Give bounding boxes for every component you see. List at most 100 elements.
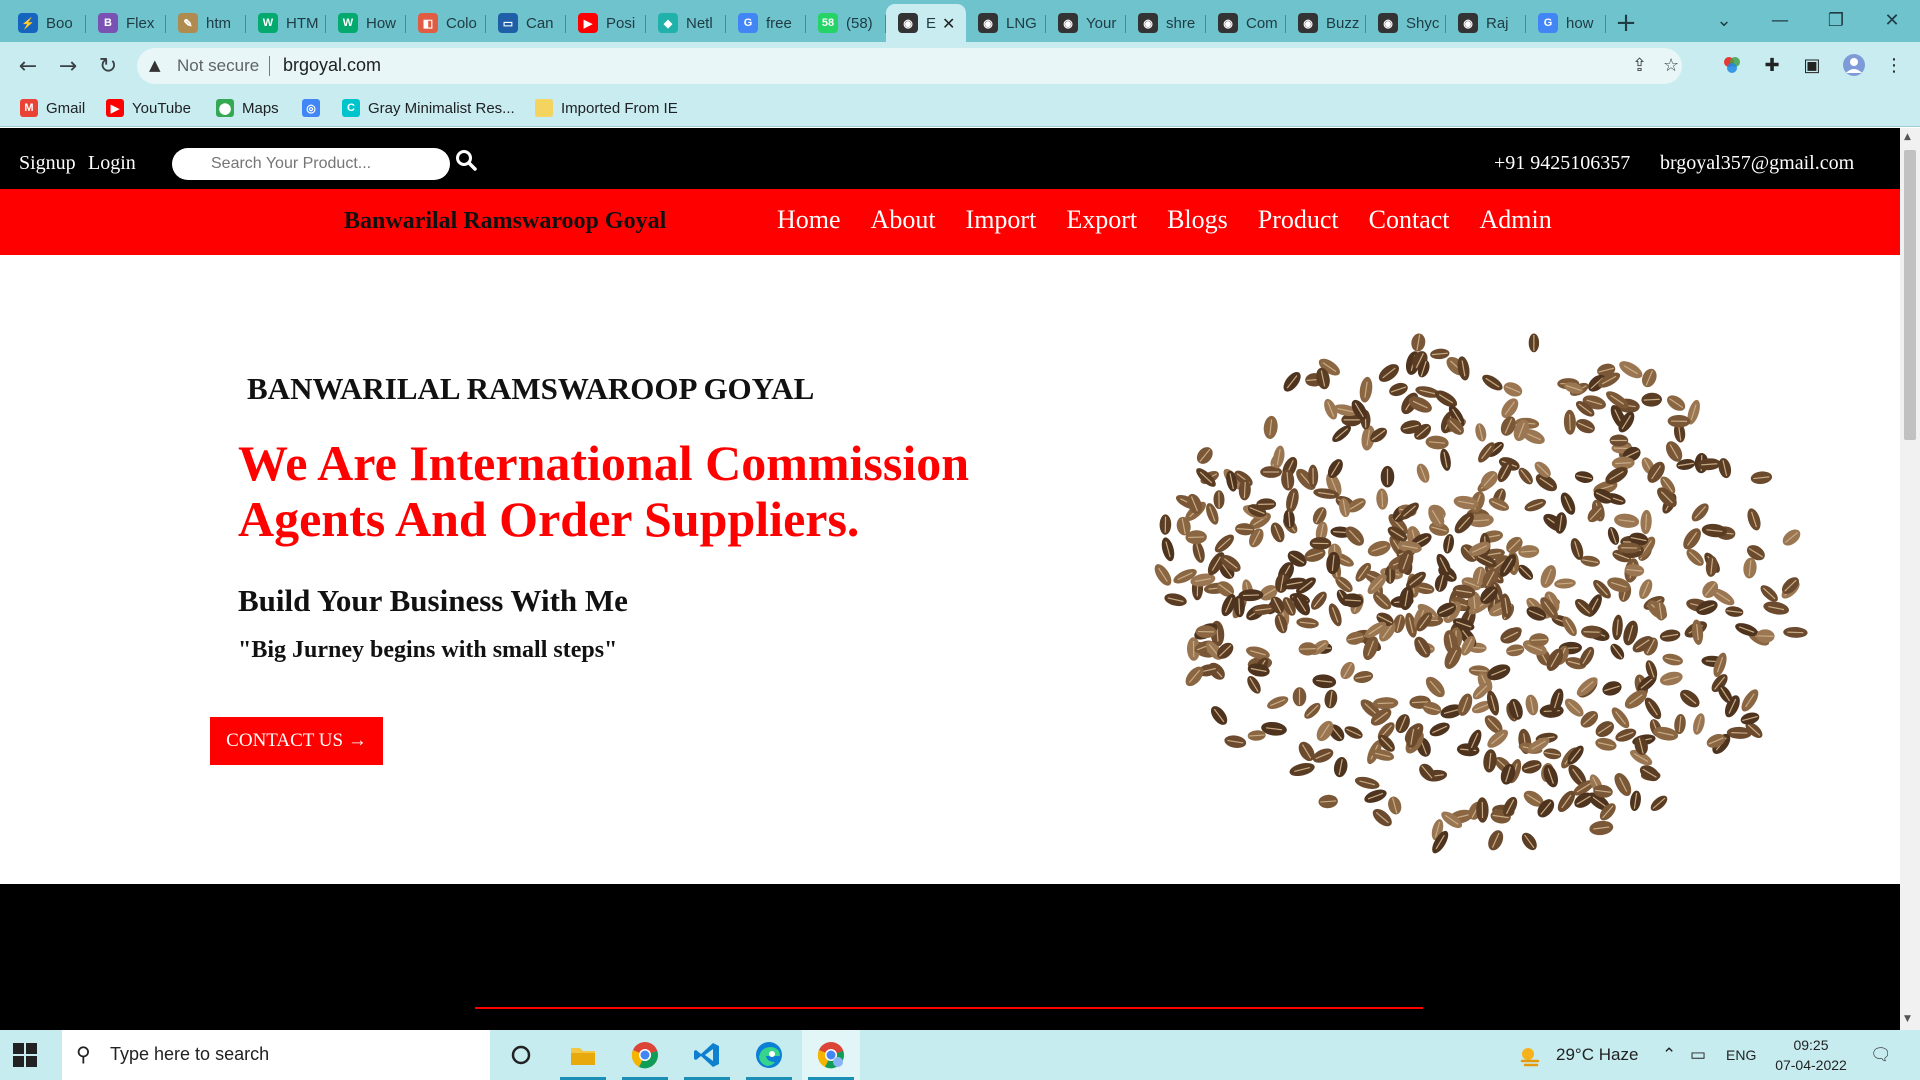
hero-headline-line-2: Agents And Order Suppliers.	[238, 491, 860, 547]
browser-tab[interactable]: ◉ Your	[1046, 4, 1126, 42]
browser-tab[interactable]: Ghow	[1526, 4, 1606, 42]
omnibox[interactable]: ▲ Not secure brgoyal.com ⇪ ☆	[137, 48, 1682, 84]
new-tab-icon[interactable]: +	[1606, 4, 1646, 42]
browser-tab[interactable]: ◉ shre	[1126, 4, 1206, 42]
globe-icon: ◉	[1458, 13, 1478, 33]
browser-tab[interactable]: ✎ htm	[166, 4, 246, 42]
taskbar-search[interactable]: ⚲ Type here to search	[62, 1030, 490, 1080]
chrome-taskbar-icon[interactable]	[616, 1030, 674, 1080]
edge-icon[interactable]	[740, 1030, 798, 1080]
windows-start-icon[interactable]	[12, 1042, 38, 1068]
browser-tab[interactable]: ◉ Raj	[1446, 4, 1526, 42]
back-icon[interactable]: ←	[12, 50, 44, 82]
ajwain-seeds-image	[1154, 333, 1808, 854]
signup-link[interactable]: Signup	[19, 152, 76, 175]
share-icon[interactable]: ⇪	[1632, 55, 1647, 76]
cortana-icon[interactable]	[492, 1030, 550, 1080]
vscode-icon[interactable]	[678, 1030, 736, 1080]
security-label[interactable]: Not secure	[177, 56, 259, 76]
nav-about[interactable]: About	[871, 205, 936, 235]
browser-tab[interactable]: ⚡ Boo	[6, 4, 86, 42]
login-link[interactable]: Login	[88, 152, 136, 175]
tab-search-icon[interactable]: ⌄	[1696, 0, 1752, 40]
scrollbar-thumb[interactable]	[1904, 150, 1916, 440]
browser-tab[interactable]: ◧ Colo	[406, 4, 486, 42]
scroll-down-arrow[interactable]: ▼	[1904, 1014, 1911, 1024]
bookmark-item[interactable]: Imported From IE	[535, 96, 678, 120]
profile-avatar[interactable]	[1842, 53, 1866, 77]
clock[interactable]: 09:25 07-04-2022	[1766, 1035, 1856, 1075]
bookmark-label: Gmail	[46, 99, 86, 117]
tab-title: htm	[206, 14, 232, 32]
tab-title: LNG	[1006, 14, 1037, 32]
product-search	[172, 148, 450, 180]
restore-icon[interactable]: ❐	[1808, 0, 1864, 40]
browser-tab[interactable]: ◉ Shyc	[1366, 4, 1446, 42]
language-indicator[interactable]: ENG	[1726, 1047, 1756, 1063]
browser-tab[interactable]: ◉ LNG	[966, 4, 1046, 42]
site-brand[interactable]: Banwarilal Ramswaroop Goyal	[344, 208, 666, 235]
globe-icon: ◉	[1058, 13, 1078, 33]
browser-tab[interactable]: ◉ E ✕	[886, 4, 966, 42]
extensions-puzzle-icon[interactable]: ✚	[1760, 53, 1784, 77]
reload-icon[interactable]: ↻	[92, 50, 124, 82]
browser-tab[interactable]: ▶ Posi	[566, 4, 646, 42]
bookmark-item[interactable]: ⬤ Maps	[216, 96, 279, 120]
pen-icon: ✎	[178, 13, 198, 33]
stackblitz-icon: ⚡	[18, 13, 38, 33]
browser-tab[interactable]: W HTM	[246, 4, 326, 42]
browser-tab[interactable]: ▭ Can	[486, 4, 566, 42]
show-hidden-icons-chevron-icon[interactable]: ⌃	[1662, 1045, 1676, 1065]
browser-tab[interactable]: Gfree	[726, 4, 806, 42]
nav-home[interactable]: Home	[777, 205, 841, 235]
tab-title: how	[1566, 14, 1594, 32]
page-scrollbar[interactable]: ▲ ▼	[1900, 128, 1920, 1030]
file-explorer-icon[interactable]	[554, 1030, 612, 1080]
contact-email: brgoyal357@gmail.com	[1660, 152, 1855, 174]
nav-blogs[interactable]: Blogs	[1167, 205, 1228, 235]
scroll-up-arrow[interactable]: ▲	[1904, 132, 1911, 142]
browser-tab[interactable]: 58 (58)	[806, 4, 886, 42]
nav-admin[interactable]: Admin	[1480, 205, 1552, 235]
bookmark-item[interactable]: ◎	[302, 96, 328, 120]
side-panel-icon[interactable]: ▣	[1800, 53, 1824, 77]
globe-icon: ◉	[1298, 13, 1318, 33]
nav-menu: Home About Import Export Blogs Product Contact…	[777, 205, 1552, 235]
close-window-icon[interactable]: ✕	[1864, 0, 1920, 40]
weather-text[interactable]: 29°C Haze	[1556, 1045, 1638, 1065]
chrome-icon: ◎	[302, 99, 320, 117]
bookmark-item[interactable]: ▶ YouTube	[106, 96, 191, 120]
globe-icon: ◉	[1378, 13, 1398, 33]
contact-us-button[interactable]: CONTACT US →	[210, 717, 383, 765]
warning-icon[interactable]: ▲	[149, 56, 161, 74]
nav-product[interactable]: Product	[1258, 205, 1339, 235]
hero-section: BANWARILAL RAMSWAROOP GOYAL We Are Inter…	[0, 255, 1900, 884]
close-tab-icon[interactable]: ✕	[942, 14, 955, 33]
bookmark-item[interactable]: M Gmail	[20, 96, 85, 120]
bookmark-star-icon[interactable]: ☆	[1663, 55, 1679, 76]
url-text[interactable]: brgoyal.com	[283, 55, 381, 76]
forward-icon[interactable]: →	[52, 50, 84, 82]
browser-tab[interactable]: ◉ Buzz	[1286, 4, 1366, 42]
tab-title: Your	[1086, 14, 1117, 32]
hero-headline: We Are International Commission Agents A…	[238, 435, 1018, 547]
tab-title: Buzz	[1326, 14, 1360, 32]
nav-export[interactable]: Export	[1066, 205, 1137, 235]
site-topbar: Signup Login +91 9425106357 brgoyal357@g…	[0, 128, 1900, 189]
minimize-icon[interactable]: —	[1752, 0, 1808, 40]
chrome-profile-taskbar-icon[interactable]	[802, 1030, 860, 1080]
weather-icon[interactable]	[1518, 1045, 1542, 1072]
browser-tab[interactable]: ◆ Netl	[646, 4, 726, 42]
search-icon[interactable]	[455, 149, 481, 175]
network-icon[interactable]: ▭	[1690, 1045, 1706, 1065]
browser-tab[interactable]: B Flex	[86, 4, 166, 42]
notifications-icon[interactable]: 🗨	[1870, 1045, 1892, 1065]
browser-tab[interactable]: ◉ Com	[1206, 4, 1286, 42]
browser-menu-icon[interactable]: ⋮	[1882, 53, 1906, 77]
browser-tab[interactable]: W How	[326, 4, 406, 42]
bookmark-item[interactable]: C Gray Minimalist Res...	[342, 96, 515, 120]
color-picker-extension-icon[interactable]	[1720, 53, 1744, 77]
product-search-input[interactable]	[172, 148, 450, 180]
nav-import[interactable]: Import	[966, 205, 1037, 235]
nav-contact[interactable]: Contact	[1369, 205, 1450, 235]
